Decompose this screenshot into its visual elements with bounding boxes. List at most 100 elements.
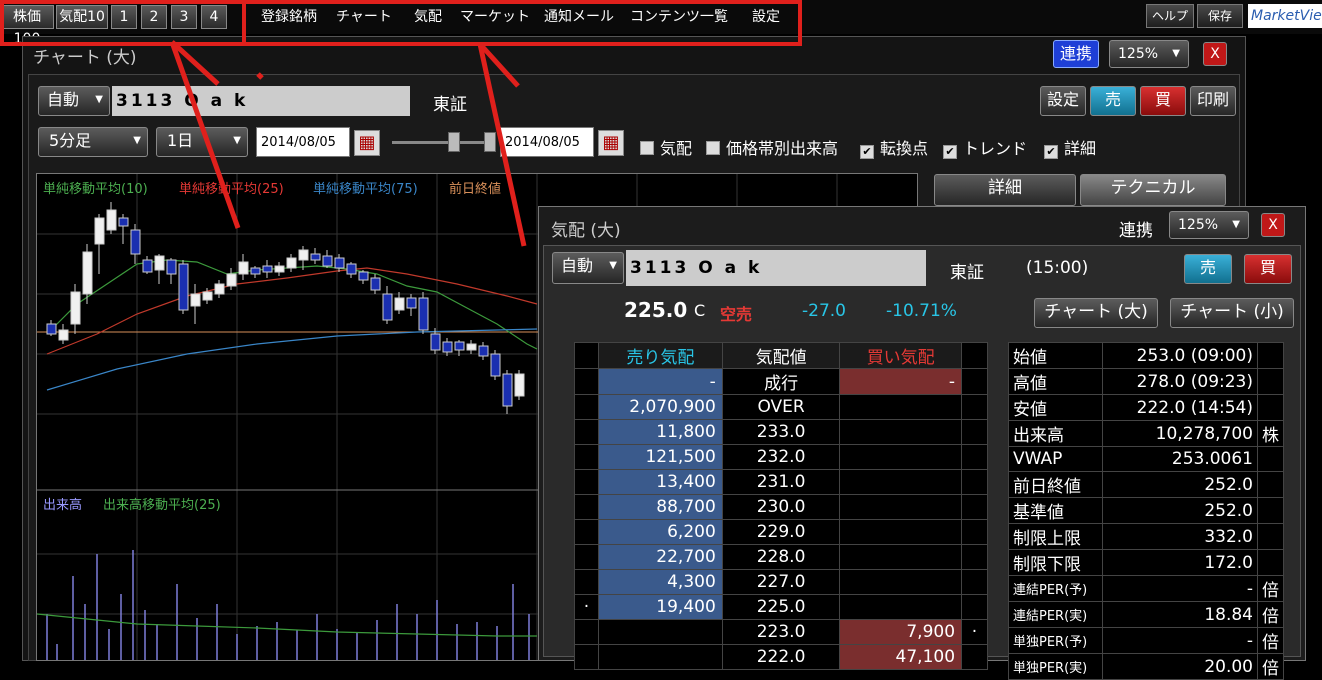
info-unit: 株 [1257, 420, 1284, 447]
book-marker: · [961, 619, 988, 645]
table-row: 前日終値 252.0 [1008, 471, 1284, 498]
table-row[interactable]: 6,200 229.0 [574, 519, 988, 545]
info-unit [1257, 446, 1284, 472]
ask-qty: - [597, 368, 723, 395]
book-price: OVER [721, 394, 841, 420]
book-marker [961, 469, 988, 495]
info-label: 始値 [1008, 342, 1103, 369]
book-marker [961, 594, 988, 620]
table-row[interactable]: 222.0 47,100 [574, 644, 988, 670]
info-value: 253.0061 [1102, 446, 1258, 472]
order-book-rows: - 成行 -2,070,900 OVER 11,800 233.0 121,500 232.0… [574, 368, 988, 670]
table-row: 出来高 10,278,700 株 [1008, 420, 1284, 447]
info-unit [1257, 523, 1284, 550]
book-price: 成行 [721, 368, 841, 395]
book-price: 230.0 [721, 494, 841, 520]
info-unit: 倍 [1257, 575, 1284, 602]
book-marker: · [574, 594, 599, 620]
quote-symbol-input[interactable]: 3113 O a k [626, 250, 926, 286]
info-value: 332.0 [1102, 523, 1258, 550]
info-label: 安値 [1008, 394, 1103, 421]
price-flag: C [694, 301, 706, 320]
bid-qty [839, 544, 963, 570]
ask-qty: 22,700 [597, 544, 723, 570]
info-unit [1257, 342, 1284, 369]
table-row[interactable]: 22,700 228.0 [574, 544, 988, 570]
book-marker [574, 619, 599, 645]
bid-qty [839, 594, 963, 620]
current-price: 225.0 [624, 298, 688, 322]
table-row[interactable]: 88,700 230.0 [574, 494, 988, 520]
book-marker [574, 544, 599, 570]
table-row: 連結PER(実) 18.84 倍 [1008, 601, 1284, 628]
info-label: 連結PER(実) [1008, 601, 1103, 628]
table-row: 基準値 252.0 [1008, 497, 1284, 524]
book-price: 231.0 [721, 469, 841, 495]
order-book-header: 売り気配 気配値 買い気配 [574, 342, 988, 369]
info-label: 高値 [1008, 368, 1103, 395]
book-marker [961, 519, 988, 545]
bid-qty: - [839, 368, 963, 395]
quote-link-label[interactable]: 連携 [1119, 216, 1153, 241]
bid-qty [839, 519, 963, 545]
info-value: 253.0 (09:00) [1102, 342, 1258, 369]
book-price: 232.0 [721, 444, 841, 470]
info-label: 制限上限 [1008, 523, 1103, 550]
info-unit: 倍 [1257, 601, 1284, 628]
quote-zoom-select[interactable]: 125% ▼ [1169, 211, 1249, 239]
ask-qty [597, 619, 723, 645]
book-marker [574, 644, 599, 670]
bid-qty: 7,900 [839, 619, 963, 645]
stock-info-rows: 始値 253.0 (09:00) 高値 278.0 (09:23) 安値 222.0 (1… [1008, 342, 1284, 680]
table-row[interactable]: 11,800 233.0 [574, 419, 988, 445]
table-row[interactable]: 121,500 232.0 [574, 444, 988, 470]
price-header: 気配値 [721, 342, 841, 369]
bid-qty: 47,100 [839, 644, 963, 670]
table-row[interactable]: - 成行 - [574, 368, 988, 395]
chart-big-button[interactable]: チャート (大) [1034, 298, 1158, 328]
table-row: 単独PER(予) - 倍 [1008, 627, 1284, 654]
info-label: 出来高 [1008, 420, 1103, 447]
table-row[interactable]: 4,300 227.0 [574, 569, 988, 595]
quote-buy-button[interactable]: 買 [1244, 254, 1292, 284]
info-unit [1257, 497, 1284, 524]
stock-info-table: 始値 253.0 (09:00) 高値 278.0 (09:23) 安値 222.0 (1… [1008, 342, 1284, 680]
ask-qty: 19,400 [597, 594, 723, 620]
quote-mode-select[interactable]: 自動 ▼ [552, 252, 624, 284]
mode-value: 自動 [561, 256, 594, 275]
table-row[interactable]: 223.0 7,900 · [574, 619, 988, 645]
table-row: 連結PER(予) - 倍 [1008, 575, 1284, 602]
table-row[interactable]: 13,400 231.0 [574, 469, 988, 495]
info-value: 252.0 [1102, 497, 1258, 524]
bid-qty [839, 444, 963, 470]
table-row: 単独PER(実) 20.00 倍 [1008, 653, 1284, 680]
table-row: 制限上限 332.0 [1008, 523, 1284, 550]
table-row: 高値 278.0 (09:23) [1008, 368, 1284, 395]
price-change-pct: -10.71% [886, 301, 957, 321]
book-marker [961, 394, 988, 420]
book-marker [961, 569, 988, 595]
info-unit: 倍 [1257, 653, 1284, 680]
chart-small-button[interactable]: チャート (小) [1170, 298, 1294, 328]
book-marker [574, 419, 599, 445]
table-row[interactable]: 2,070,900 OVER [574, 394, 988, 420]
ask-qty: 121,500 [597, 444, 723, 470]
bid-qty [839, 569, 963, 595]
book-marker [961, 444, 988, 470]
info-label: 単独PER(予) [1008, 627, 1103, 654]
info-unit [1257, 549, 1284, 576]
quote-close-button[interactable]: X [1261, 213, 1285, 237]
book-marker [961, 419, 988, 445]
table-row[interactable]: · 19,400 225.0 [574, 594, 988, 620]
book-price: 227.0 [721, 569, 841, 595]
quote-sell-button[interactable]: 売 [1184, 254, 1232, 284]
book-marker [961, 544, 988, 570]
bid-qty [839, 394, 963, 420]
ask-header: 売り気配 [597, 342, 723, 369]
short-sell-status: 空売 [720, 305, 753, 324]
book-marker [961, 644, 988, 670]
info-value: 10,278,700 [1102, 420, 1258, 447]
ask-qty: 13,400 [597, 469, 723, 495]
info-value: 252.0 [1102, 471, 1258, 498]
zoom-value: 125% [1178, 217, 1219, 233]
